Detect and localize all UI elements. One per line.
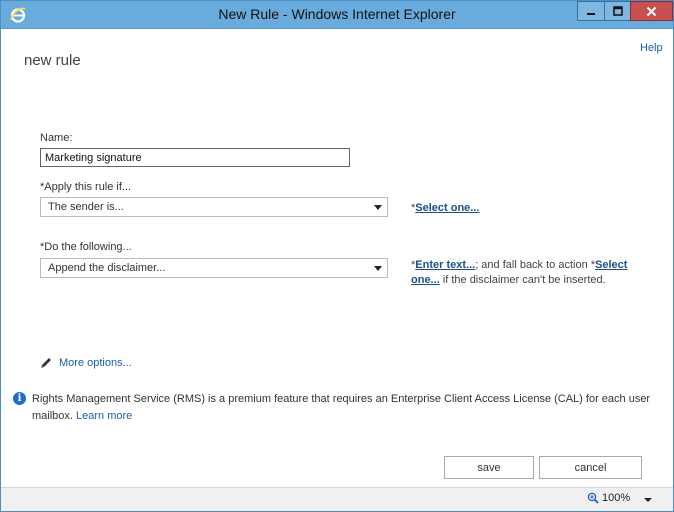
do-following-action: *Enter text...; and fall back to action … xyxy=(411,259,628,286)
enter-text-link[interactable]: Enter text... xyxy=(415,259,475,271)
window-title: New Rule - Windows Internet Explorer xyxy=(218,6,456,22)
cancel-button[interactable]: cancel xyxy=(539,456,642,479)
do-following-selected: Append the disclaimer... xyxy=(48,262,166,274)
more-options-link[interactable]: More options... xyxy=(39,356,132,370)
zoom-magnifier-icon xyxy=(587,492,599,504)
title-bar: New Rule - Windows Internet Explorer xyxy=(1,1,673,29)
close-button[interactable] xyxy=(630,1,673,21)
chevron-down-icon xyxy=(374,266,382,271)
browser-window: New Rule - Windows Internet Explorer Hel… xyxy=(0,0,674,512)
apply-rule-condition: *Select one... xyxy=(411,202,480,214)
info-icon: i xyxy=(13,392,26,405)
chevron-down-icon xyxy=(374,205,382,210)
minimize-button[interactable] xyxy=(577,1,604,21)
minimize-icon xyxy=(587,13,595,15)
maximize-icon xyxy=(612,6,623,16)
close-icon xyxy=(646,6,657,16)
zoom-level: 100% xyxy=(602,492,631,504)
name-input[interactable] xyxy=(40,148,350,167)
apply-rule-dropdown[interactable]: The sender is... xyxy=(40,197,388,217)
learn-more-link[interactable]: Learn more xyxy=(76,410,132,422)
page-title: new rule xyxy=(24,52,81,69)
more-options-label: More options... xyxy=(59,357,132,369)
name-label: Name: xyxy=(40,132,73,144)
do-following-label: *Do the following... xyxy=(40,241,132,253)
zoom-dropdown-icon[interactable] xyxy=(644,498,652,502)
apply-rule-label: *Apply this rule if... xyxy=(40,181,132,193)
rms-info-text: Rights Management Service (RMS) is a pre… xyxy=(32,393,651,422)
do-following-dropdown[interactable]: Append the disclaimer... xyxy=(40,258,388,278)
help-link[interactable]: Help xyxy=(640,42,663,54)
status-bar: 100% xyxy=(1,487,673,511)
zoom-control[interactable]: 100% xyxy=(587,492,630,504)
maximize-button[interactable] xyxy=(604,1,630,21)
save-button[interactable]: save xyxy=(444,456,534,479)
pencil-icon xyxy=(41,358,51,368)
select-condition-link[interactable]: Select one... xyxy=(415,202,479,214)
apply-rule-selected: The sender is... xyxy=(48,201,124,213)
